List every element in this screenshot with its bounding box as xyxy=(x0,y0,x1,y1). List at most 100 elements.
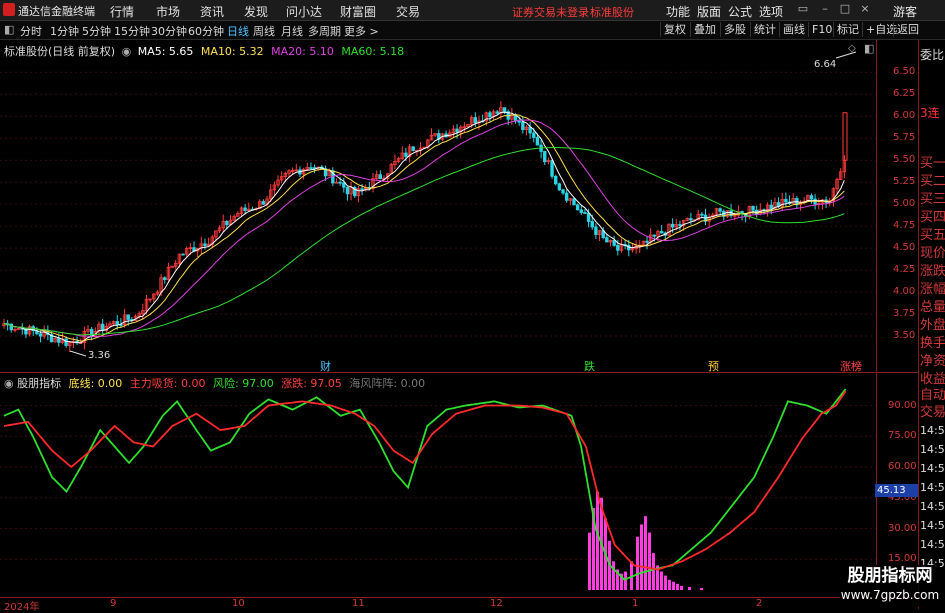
tab-1min[interactable]: 1分钟 xyxy=(50,23,79,39)
sidebar-item[interactable]: 净资 xyxy=(920,350,945,369)
indicator-panel[interactable]: ◉ 股朋指标 底线: 0.00 主力吸货: 0.00 风险: 97.00 涨跌:… xyxy=(0,373,876,597)
tab-30min[interactable]: 30分钟 xyxy=(151,23,187,39)
price-legend: 标准股份(日线 前复权) ◉ MA5: 5.65 MA10: 5.32 MA20… xyxy=(4,43,404,59)
candle-body xyxy=(100,323,105,331)
sidebar-item[interactable]: 外盘 xyxy=(920,314,945,333)
accumulation-bar xyxy=(664,575,667,590)
tab-5min[interactable]: 5分钟 xyxy=(82,23,111,39)
settings-icon[interactable]: ◉ xyxy=(122,45,132,58)
candle-body xyxy=(488,112,492,118)
sidebar-item[interactable]: 买五 xyxy=(920,224,945,243)
sidebar-item[interactable]: 换手 xyxy=(920,332,945,351)
sidebar-item[interactable]: 买四 xyxy=(920,206,945,225)
candle-body xyxy=(378,174,383,180)
draw-line-button[interactable]: 画线 xyxy=(779,22,808,37)
candle-body xyxy=(583,212,587,214)
panel-toggle-icon[interactable]: ◧ xyxy=(864,42,874,55)
menu-formula[interactable]: 公式 xyxy=(728,3,752,20)
sidebar-item[interactable]: 买一 xyxy=(920,152,945,171)
watermark: 股朋指标网 www.7gpzb.com xyxy=(840,565,940,607)
price-tick-label: 4.00 xyxy=(893,286,916,298)
adjust-button[interactable]: 复权 xyxy=(660,22,689,37)
accumulation-bar xyxy=(644,516,647,590)
app-logo-icon xyxy=(3,3,15,16)
price-tick-label: 4.75 xyxy=(893,220,916,232)
accumulation-bar xyxy=(680,585,683,590)
tab-60min[interactable]: 60分钟 xyxy=(188,23,224,39)
skin-icon[interactable]: ▭ xyxy=(796,2,810,16)
price-tick-label: 5.50 xyxy=(893,154,916,166)
diamond-icon[interactable]: ◇ xyxy=(848,43,856,54)
sidebar-item[interactable]: 14:55 xyxy=(920,462,945,475)
sidebar-item[interactable]: 现价 xyxy=(920,242,945,261)
candle-body xyxy=(605,237,609,243)
close-icon[interactable]: × xyxy=(858,2,872,16)
menu-exchange[interactable]: 市场 xyxy=(156,3,180,20)
tab-weekly[interactable]: 周线 xyxy=(253,23,275,39)
sidebar-item[interactable]: 14:55 xyxy=(920,519,945,532)
tab-more[interactable]: 更多 > xyxy=(344,23,379,39)
sidebar-item[interactable]: 14:55 xyxy=(920,481,945,494)
accumulation-bar xyxy=(688,586,691,590)
menu-market[interactable]: 行情 xyxy=(110,3,134,20)
candle-body xyxy=(455,128,459,133)
f10-button[interactable]: F10 xyxy=(808,22,835,37)
sidebar-item[interactable]: 14:55 xyxy=(920,424,945,437)
tab-monthly[interactable]: 月线 xyxy=(281,23,303,39)
candle-body xyxy=(309,167,313,169)
tab-15min[interactable]: 15分钟 xyxy=(114,23,150,39)
tab-daily[interactable]: 日线 xyxy=(227,23,249,39)
sidebar-item[interactable]: 涨跌 xyxy=(920,260,945,279)
sidebar-item[interactable]: 交易 xyxy=(920,401,945,420)
sidebar-item[interactable]: 买二 xyxy=(920,170,945,189)
current-stock: 标准股份 xyxy=(590,6,634,19)
stats-button[interactable]: 统计 xyxy=(750,22,779,37)
guest-user[interactable]: 游客 xyxy=(893,3,917,20)
price-axis: 6.50 6.25 6.00 5.75 5.50 5.25 5.00 4.75 4.50 4.25… xyxy=(876,40,919,372)
maximize-icon[interactable]: □ xyxy=(838,2,852,16)
sidebar-item[interactable]: 总量 xyxy=(920,296,945,315)
updown-line xyxy=(3,390,847,571)
menu-function[interactable]: 功能 xyxy=(666,3,690,20)
indicator-axis: 90.00 75.00 60.00 45.00 30.00 15.00 45.13 xyxy=(875,373,921,597)
menu-news[interactable]: 资讯 xyxy=(200,3,224,20)
candle-body xyxy=(532,132,536,138)
candle-body xyxy=(659,231,664,234)
sidebar-item[interactable]: 买三 xyxy=(920,188,945,207)
tab-multi-period[interactable]: 多周期 xyxy=(308,23,341,39)
sidebar-item[interactable]: 14:55 xyxy=(920,500,945,513)
menu-ask[interactable]: 问小达 xyxy=(286,3,322,20)
sidebar-item[interactable]: 14:56 xyxy=(920,538,945,551)
candle-body xyxy=(338,181,342,184)
menu-wealth[interactable]: 财富圈 xyxy=(340,3,376,20)
sidebar-item[interactable]: 涨幅 xyxy=(920,278,945,297)
ma60-label: MA60: 5.18 xyxy=(341,45,405,58)
candle-body xyxy=(57,338,61,343)
overlay-button[interactable]: 叠加 xyxy=(690,22,719,37)
menu-trade[interactable]: 交易 xyxy=(396,3,420,20)
candle-body xyxy=(718,208,722,212)
sidebar-tag-weibi[interactable]: 委比 xyxy=(920,46,944,63)
menu-discover[interactable]: 发现 xyxy=(244,3,268,20)
sidebar-item[interactable]: 14:55 xyxy=(920,443,945,456)
mark-button[interactable]: 标记 xyxy=(833,22,862,37)
back-button[interactable]: 返回 xyxy=(893,22,922,37)
candle-body xyxy=(678,224,682,227)
toggle-panel-icon[interactable]: ◧ xyxy=(4,23,14,36)
accumulation-bar xyxy=(624,571,627,590)
multi-stock-button[interactable]: 多股 xyxy=(720,22,749,37)
tab-intraday[interactable]: 分时 xyxy=(20,23,42,39)
sidebar-badge[interactable]: 3连 xyxy=(920,104,940,121)
x-label-dec: 12 xyxy=(490,598,503,609)
indicator-name[interactable]: 股朋指标 xyxy=(17,377,61,390)
price-panel[interactable]: 标准股份(日线 前复权) ◉ MA5: 5.65 MA10: 5.32 MA20… xyxy=(0,40,876,373)
ma5-label: MA5: 5.65 xyxy=(137,45,194,58)
menu-options[interactable]: 选项 xyxy=(759,3,783,20)
candle-body xyxy=(575,204,580,211)
candle-body xyxy=(535,137,540,146)
indicator-settings-icon[interactable]: ◉ xyxy=(4,377,14,390)
candle-body xyxy=(163,277,167,280)
login-warning[interactable]: 证券交易未登录 xyxy=(512,4,589,20)
menu-layout[interactable]: 版面 xyxy=(697,3,721,20)
minimize-icon[interactable]: – xyxy=(818,2,832,16)
